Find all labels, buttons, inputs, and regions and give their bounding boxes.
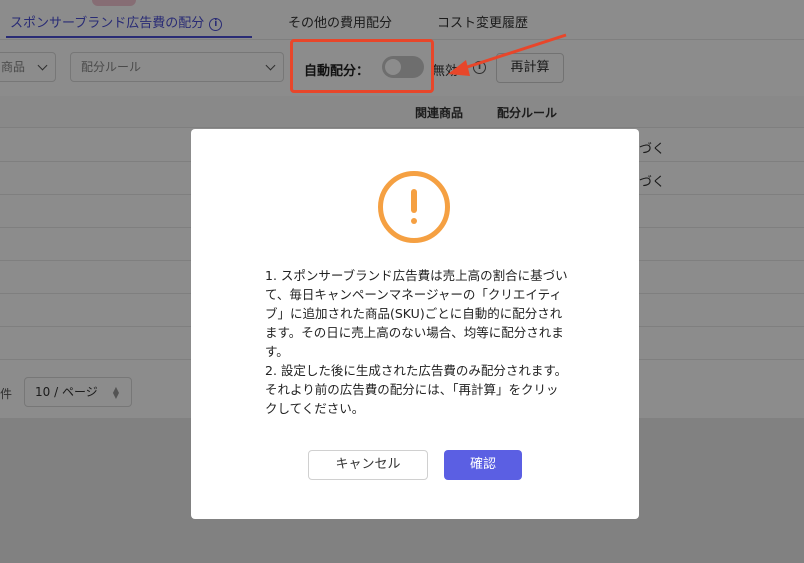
dialog-message: 1. スポンサーブランド広告費は売上高の割合に基づいて、毎日キャンペーンマネージ… [265, 266, 569, 418]
confirm-dialog: 1. スポンサーブランド広告費は売上高の割合に基づいて、毎日キャンペーンマネージ… [191, 129, 639, 519]
confirm-button[interactable]: 確認 [444, 450, 522, 480]
dialog-message-line: 2. 設定した後に生成された広告費のみ配分されます。それより前の広告費の配分には… [265, 363, 568, 416]
annotation-arrow-icon [448, 33, 567, 76]
annotation-highlight-box [290, 39, 434, 93]
cancel-button[interactable]: キャンセル [308, 450, 428, 480]
dialog-message-line: 1. スポンサーブランド広告費は売上高の割合に基づいて、毎日キャンペーンマネージ… [265, 268, 568, 359]
warning-icon [378, 171, 450, 243]
